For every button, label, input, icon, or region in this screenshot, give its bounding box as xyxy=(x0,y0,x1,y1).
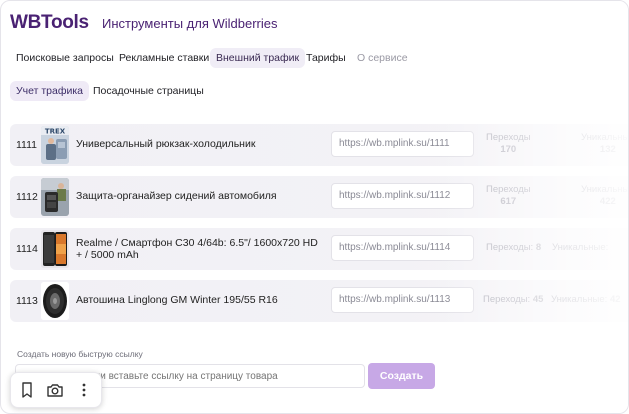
subtab-landing-pages[interactable]: Посадочные страницы xyxy=(87,81,210,101)
app-window: WBTools Инструменты для Wildberries Поис… xyxy=(0,0,629,414)
transitions-metric: Переходы: 45 xyxy=(483,294,543,306)
product-image-backpack: TREX xyxy=(41,126,69,164)
create-link-label: Создать новую быструю ссылку xyxy=(17,349,143,359)
unique-metric: Уникальные 132 xyxy=(581,132,629,156)
product-name: Универсальный рюкзак-холодильник xyxy=(76,138,256,150)
transitions-metric: Переходы: 8 xyxy=(486,242,541,254)
transitions-label: Переходы: xyxy=(483,294,531,305)
unique-value: 422 xyxy=(599,196,616,207)
product-thumbnail: TREX xyxy=(41,126,69,164)
tab-tariffs[interactable]: Тарифы xyxy=(300,48,352,68)
transitions-label: Переходы: xyxy=(486,242,534,253)
product-thumbnail xyxy=(41,178,69,216)
header-subtitle: Инструменты для Wildberries xyxy=(102,16,278,31)
link-row[interactable]: 1113 Автошина Linglong GM Winter 195/55 … xyxy=(10,280,628,322)
link-id: 1112 xyxy=(16,191,38,203)
tab-external-traffic[interactable]: Внешний трафик xyxy=(210,48,306,68)
subtab-traffic-accounting[interactable]: Учет трафика xyxy=(10,81,90,101)
product-thumbnail xyxy=(41,230,69,268)
transitions-value: 45 xyxy=(532,294,544,305)
camera-icon[interactable] xyxy=(44,379,66,401)
tab-search-queries[interactable]: Поисковые запросы xyxy=(10,48,120,68)
short-link-field[interactable]: https://wb.mplink.su/1111 xyxy=(331,131,474,157)
link-id: 1113 xyxy=(16,295,38,307)
link-row[interactable]: 1112 Защита-органайзер сидений автомобил… xyxy=(10,176,629,218)
thumb-brand-text: TREX xyxy=(45,128,66,136)
transitions-value: 8 xyxy=(535,242,542,253)
link-id: 1114 xyxy=(16,243,38,255)
link-row[interactable]: 1111 TREX Универсальный рюкзак-холодильн… xyxy=(10,124,629,166)
unique-metric: Уникальные 422 xyxy=(581,184,629,208)
short-link-field[interactable]: https://wb.mplink.su/1114 xyxy=(331,235,474,261)
create-button[interactable]: Создать xyxy=(368,363,435,389)
product-name: Автошина Linglong GM Winter 195/55 R16 xyxy=(76,294,278,306)
tab-about[interactable]: О сервисе xyxy=(351,48,414,68)
short-link-field[interactable]: https://wb.mplink.su/1112 xyxy=(331,183,474,209)
short-link-field[interactable]: https://wb.mplink.su/1113 xyxy=(331,287,474,313)
link-id: 1111 xyxy=(16,139,38,151)
unique-metric: Уникальные: xyxy=(552,242,608,254)
floating-toolbar xyxy=(10,372,102,408)
unique-value: 132 xyxy=(599,144,616,155)
unique-label: Уникальные: xyxy=(551,294,608,305)
unique-label: Уникальные: xyxy=(552,242,609,253)
product-image-car-organizer xyxy=(41,178,69,216)
product-thumbnail xyxy=(41,282,69,320)
transitions-value: 617 xyxy=(500,196,517,207)
more-vertical-icon[interactable] xyxy=(73,379,95,401)
link-row[interactable]: 1114 Realme / Смартфон C30 4/64b: 6.5"/ … xyxy=(10,228,628,270)
transitions-label: Переходы xyxy=(486,132,531,143)
product-image-tire xyxy=(41,282,69,320)
bookmark-icon[interactable] xyxy=(16,379,38,401)
product-image-smartphone xyxy=(41,230,69,268)
unique-label: Уникальные xyxy=(581,184,629,195)
logo[interactable]: WBTools xyxy=(10,12,89,34)
transitions-metric: Переходы 617 xyxy=(486,184,531,208)
product-name: Защита-органайзер сидений автомобиля xyxy=(76,190,277,202)
tab-ad-bids[interactable]: Рекламные ставки xyxy=(113,48,215,68)
product-name: Realme / Смартфон C30 4/64b: 6.5"/ 1600x… xyxy=(76,237,318,261)
unique-value: 42 xyxy=(609,294,621,305)
unique-metric: Уникальные: 42 xyxy=(551,294,621,306)
unique-label: Уникальные xyxy=(581,132,629,143)
transitions-value: 170 xyxy=(500,144,517,155)
transitions-label: Переходы xyxy=(486,184,531,195)
transitions-metric: Переходы 170 xyxy=(486,132,531,156)
